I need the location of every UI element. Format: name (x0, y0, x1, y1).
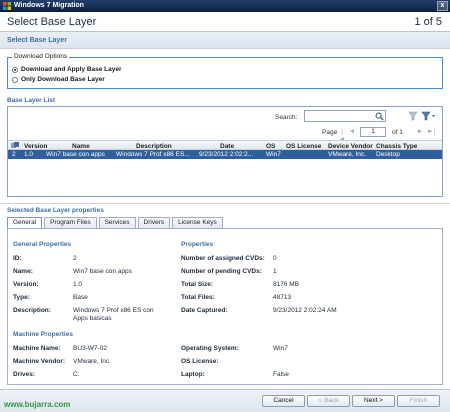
prop-description-label: Description: (13, 307, 51, 314)
base-layer-list-title: Base Layer List (7, 97, 56, 104)
laptop-value: False (273, 371, 289, 378)
step-indicator: 1 of 5 (414, 16, 442, 28)
page-count: of 1 (392, 129, 403, 136)
prop-name-label: Name: (13, 268, 33, 275)
tab-services[interactable]: Services (98, 217, 136, 228)
cell-date: 9/23/2012 2:02:2... (199, 151, 254, 158)
cancel-button[interactable]: Cancel (262, 395, 305, 407)
watermark: www.bujarra.com (4, 400, 71, 409)
radio-label: Only Download Base Layer (21, 76, 105, 83)
radio-selected-icon[interactable] (12, 66, 18, 73)
cell-chassis-type: Desktop (376, 151, 400, 158)
first-page-icon[interactable]: |◄ (338, 128, 346, 143)
machine-name-value: BU3-W7-02 (73, 345, 107, 352)
os-license-label: OS License: (181, 358, 219, 365)
prop-version-label: Version: (13, 281, 39, 288)
search-icon[interactable] (375, 112, 384, 121)
radio-label: Download and Apply Base Layer (21, 66, 122, 73)
cell-description: Windows 7 Prof x86 ES... (116, 151, 190, 158)
last-page-icon[interactable]: ►| (427, 128, 435, 136)
tab-program-files[interactable]: Program Files (44, 217, 97, 228)
prop-assigned-cvds-label: Number of assigned CVDs: (181, 255, 265, 262)
next-page-icon[interactable]: ► (416, 128, 424, 136)
column-description[interactable]: Description (136, 143, 172, 150)
close-icon[interactable]: x (437, 1, 448, 11)
tab-general[interactable]: General (7, 217, 43, 228)
laptop-label: Laptop: (181, 371, 205, 378)
prop-type-label: Type: (13, 294, 30, 301)
next-button[interactable]: Next > (352, 395, 395, 407)
operating-system-value: Win7 (273, 345, 288, 352)
radio-only-download[interactable]: Only Download Base Layer (12, 75, 105, 84)
drives-value: C: (73, 371, 80, 378)
machine-vendor-value: VMware, Inc. (73, 358, 111, 365)
drives-label: Drives: (13, 371, 36, 378)
operating-system-label: Operating System: (181, 345, 239, 352)
section-title: Select Base Layer (7, 37, 67, 44)
table-header: Version Name Description Date OS OS Lice… (8, 140, 442, 150)
prop-version-value: 1.0 (73, 281, 83, 288)
section-band: Select Base Layer (0, 32, 450, 49)
prop-total-size-value: 8176 MB (273, 281, 300, 288)
prop-pending-cvds-value: 1 (273, 268, 277, 275)
prop-name-value: Win7 base con apps (73, 268, 132, 275)
wizard-header: Select Base Layer 1 of 5 (0, 12, 450, 32)
prop-id-label: ID: (13, 255, 22, 262)
column-name[interactable]: Name (72, 143, 90, 150)
prop-description-value: Windows 7 Prof x86 ES con (73, 307, 154, 314)
prop-type-value: Base (73, 294, 88, 301)
search-label: Search: (275, 114, 298, 121)
column-date[interactable]: Date (220, 143, 234, 150)
window-title: Windows 7 Migration (14, 2, 84, 9)
prop-total-files-label: Total Files: (181, 294, 215, 301)
column-chassis-type[interactable]: Chassis Type (376, 143, 417, 150)
prop-date-captured-label: Date Captured: (181, 307, 228, 314)
prop-description-value-line2: Apps basicas (73, 315, 112, 322)
tab-drivers[interactable]: Drivers (137, 217, 171, 228)
machine-properties-heading: Machine Properties (13, 331, 73, 338)
prop-assigned-cvds-value: 0 (273, 255, 277, 262)
table-row[interactable]: 2 1.0 Win7 base con apps Windows 7 Prof … (8, 150, 442, 159)
app-icon (3, 2, 11, 10)
prop-date-captured-value: 9/23/2012 2:02:24 AM (273, 307, 337, 314)
cell-version: 1.0 (24, 151, 34, 158)
window-titlebar: Windows 7 Migration x (0, 0, 450, 12)
radio-download-apply[interactable]: Download and Apply Base Layer (12, 65, 122, 74)
machine-vendor-label: Machine Vendor: (13, 358, 66, 365)
radio-unselected-icon[interactable] (12, 76, 18, 83)
finish-button[interactable]: Finish (397, 395, 440, 407)
prop-pending-cvds-label: Number of pending CVDs: (181, 268, 262, 275)
column-os-license[interactable]: OS License (286, 143, 321, 150)
column-version[interactable]: Version (24, 143, 47, 150)
cell-os: Win7 (266, 151, 281, 158)
properties-heading: Properties (181, 241, 214, 248)
download-options-legend: Download Options (12, 53, 70, 60)
page-number-input[interactable]: 1 (360, 127, 386, 137)
page-title: Select Base Layer (7, 16, 97, 28)
column-device-vendor[interactable]: Device Vendor (328, 143, 373, 150)
column-id-icon[interactable] (11, 142, 19, 149)
column-os[interactable]: OS (266, 143, 275, 150)
pager: Page |◄ ◄ 1 of 1 ► ►| (8, 125, 442, 143)
prop-total-files-value: 48713 (273, 294, 292, 301)
general-properties-heading: General Properties (13, 241, 72, 248)
prop-total-size-label: Total Size: (181, 281, 214, 288)
download-options-group: Download Options Download and Apply Base… (7, 53, 443, 89)
prev-page-icon[interactable]: ◄ (348, 128, 356, 136)
selected-properties-title: Selected Base Layer properties (7, 207, 104, 214)
general-properties-panel: General Properties Properties ID: 2 Name… (7, 228, 443, 385)
pager-label: Page (322, 129, 338, 136)
base-layer-list: Search: Page |◄ ◄ 1 of 1 ► ►| Version Na… (7, 106, 443, 197)
search-input[interactable] (304, 110, 386, 122)
cell-name: Win7 base con apps (46, 151, 105, 158)
prop-id-value: 2 (73, 255, 77, 262)
back-button[interactable]: < Back (307, 395, 350, 407)
filter-icon[interactable] (408, 111, 438, 121)
properties-tabs: General Program Files Services Drivers L… (7, 217, 223, 228)
machine-name-label: Machine Name: (13, 345, 61, 352)
cell-device-vendor: VMware, Inc. (328, 151, 366, 158)
tab-license-keys[interactable]: License Keys (172, 217, 223, 228)
cell-id: 2 (12, 151, 16, 158)
